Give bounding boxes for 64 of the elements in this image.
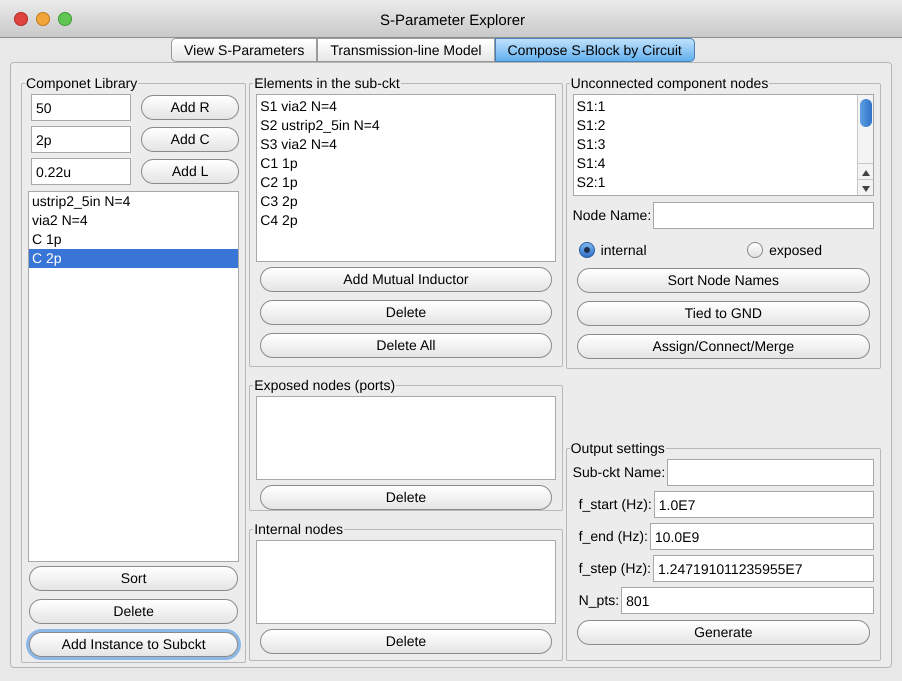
button[interactable]: Sort Node Names — [576, 268, 870, 293]
button[interactable]: Delete — [260, 629, 552, 654]
list-item[interactable]: S2 ustrip2_5in N=4 — [257, 116, 555, 135]
list-item[interactable]: ustrip2_5in N=4 — [29, 192, 238, 211]
group-title: Unconnected component nodes — [570, 74, 770, 93]
button[interactable]: Generate — [576, 620, 870, 645]
button[interactable]: Add C — [141, 127, 240, 152]
radio-button[interactable]: exposed — [747, 240, 822, 260]
input-field[interactable] — [653, 202, 874, 229]
list-item[interactable]: S1:4 — [574, 154, 857, 173]
field-label: f_end (Hz): — [578, 527, 648, 546]
field-label: f_step (Hz): — [578, 559, 651, 578]
group-title: Componet Library — [25, 74, 138, 93]
group-title: Internal nodes — [253, 520, 344, 539]
input-field[interactable] — [667, 459, 874, 486]
button[interactable]: Add Mutual Inductor — [260, 267, 552, 292]
scrollbar[interactable] — [857, 95, 873, 195]
list-item[interactable]: S1 via2 N=4 — [257, 97, 555, 116]
button[interactable]: Delete All — [260, 333, 552, 358]
field-label: f_start (Hz): — [578, 495, 652, 514]
input-field[interactable]: 10.0E9 — [650, 523, 874, 550]
field-label: N_pts: — [578, 591, 620, 610]
button[interactable]: Tied to GND — [576, 301, 870, 326]
input-field[interactable]: 801 — [621, 587, 874, 614]
list-item[interactable]: via2 N=4 — [29, 211, 238, 230]
scroll-thumb[interactable] — [860, 99, 872, 127]
input-field[interactable]: 2p — [31, 126, 131, 153]
tab[interactable]: Compose S-Block by Circuit — [494, 38, 695, 62]
list-item[interactable]: S1:2 — [574, 116, 857, 135]
group-title: Exposed nodes (ports) — [253, 376, 396, 395]
tab[interactable]: Transmission-line Model — [317, 38, 495, 62]
button[interactable]: Sort — [29, 566, 238, 591]
group-title: Elements in the sub-ckt — [253, 74, 401, 93]
field-label: Node Name: — [572, 206, 652, 225]
window-title: S-Parameter Explorer — [380, 11, 526, 31]
input-field[interactable]: 1.247191011235955E7 — [653, 555, 874, 582]
list-item[interactable]: S3 via2 N=4 — [257, 135, 555, 154]
list-item[interactable]: C4 2p — [257, 211, 555, 230]
button[interactable]: Assign/Connect/Merge — [576, 334, 870, 359]
close-icon[interactable] — [14, 12, 28, 26]
group-title: Output settings — [570, 439, 666, 458]
button[interactable]: Delete — [260, 300, 552, 325]
minimize-icon[interactable] — [36, 12, 50, 26]
button[interactable]: Add Instance to Subckt — [29, 632, 238, 657]
list-item[interactable]: C3 2p — [257, 192, 555, 211]
list-item[interactable]: S1:1 — [574, 97, 857, 116]
input-field[interactable]: 1.0E7 — [654, 491, 874, 518]
list-item[interactable]: C1 1p — [257, 154, 555, 173]
list-item[interactable]: C 1p — [29, 230, 238, 249]
input-field[interactable]: 0.22u — [31, 158, 131, 185]
button[interactable]: Add L — [141, 159, 240, 184]
button[interactable]: Delete — [29, 599, 238, 624]
input-field[interactable]: 50 — [31, 94, 131, 121]
tab[interactable]: View S-Parameters — [171, 38, 318, 62]
button[interactable]: Delete — [260, 485, 552, 510]
list-item[interactable]: C 2p — [29, 249, 238, 268]
scroll-up-icon[interactable] — [858, 163, 873, 179]
field-label: Sub-ckt Name: — [572, 463, 666, 482]
list-item[interactable]: S2:1 — [574, 173, 857, 192]
list-item[interactable]: C2 1p — [257, 173, 555, 192]
zoom-icon[interactable] — [58, 12, 72, 26]
radio-button[interactable]: internal — [578, 240, 647, 260]
button[interactable]: Add R — [141, 95, 240, 120]
list-item[interactable]: S1:3 — [574, 135, 857, 154]
